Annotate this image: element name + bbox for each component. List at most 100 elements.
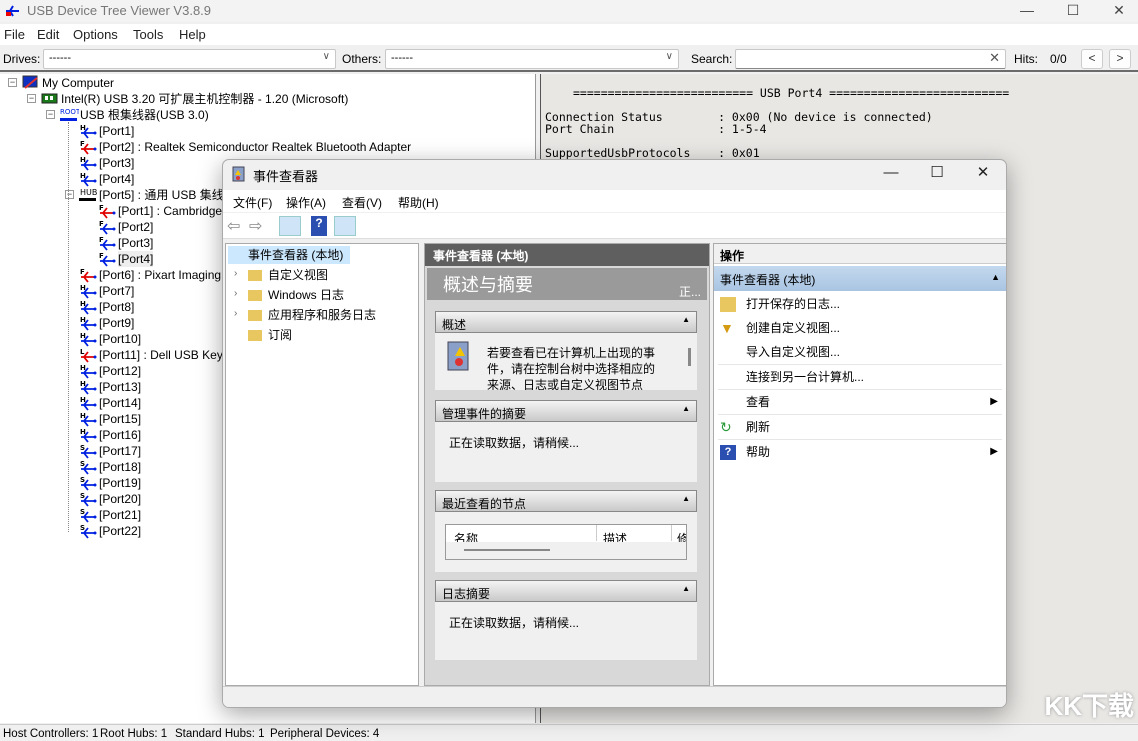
hits-label: Hits: bbox=[1014, 52, 1038, 66]
tree-node[interactable]: H[Port8] bbox=[99, 299, 134, 315]
tree-node[interactable]: S[Port18] bbox=[99, 459, 141, 475]
tree-node[interactable]: S[Port20] bbox=[99, 491, 141, 507]
collapse-tree-icon[interactable]: − bbox=[65, 190, 74, 199]
menu-edit[interactable]: Edit bbox=[37, 27, 59, 42]
svg-text:S: S bbox=[80, 508, 85, 516]
expand-icon[interactable]: › bbox=[234, 308, 237, 319]
dialog-close-button[interactable]: ✕ bbox=[960, 160, 1006, 188]
next-hit-button[interactable]: > bbox=[1109, 49, 1131, 69]
tree-node[interactable]: H[Port12] bbox=[99, 363, 141, 379]
forward-arrow-icon[interactable]: ⇨ bbox=[249, 216, 271, 236]
tree-node[interactable]: S[Port17] bbox=[99, 443, 141, 459]
info-port-chain: Port Chain : 1-5-4 bbox=[545, 123, 767, 135]
clear-icon[interactable]: ✕ bbox=[989, 50, 1000, 66]
log-loading-text: 正在读取数据，请稍候... bbox=[449, 614, 579, 631]
collapse-icon[interactable]: ▲ bbox=[991, 272, 1000, 282]
dialog-minimize-button[interactable]: — bbox=[868, 160, 914, 188]
tree-node-label: [Port9] bbox=[99, 316, 134, 330]
usb-port-icon: S bbox=[78, 507, 98, 523]
section-overview[interactable]: 概述 ▲ bbox=[435, 311, 697, 333]
usb-device-icon: L bbox=[78, 347, 98, 363]
tree-node[interactable]: H[Port16] bbox=[99, 427, 141, 443]
tree-item-subscriptions[interactable]: 订阅 bbox=[234, 326, 292, 344]
menu-file[interactable]: File bbox=[4, 27, 25, 42]
section-admin-summary[interactable]: 管理事件的摘要▲ bbox=[435, 400, 697, 422]
expand-icon[interactable]: › bbox=[234, 288, 237, 299]
back-arrow-icon[interactable]: ⇦ bbox=[227, 216, 249, 236]
tree-node[interactable]: H[Port3] bbox=[99, 155, 134, 171]
svg-text:S: S bbox=[80, 524, 85, 532]
tree-node[interactable]: S[Port19] bbox=[99, 475, 141, 491]
actions-group-label: 事件查看器 (本地) bbox=[720, 273, 815, 287]
others-select[interactable]: ------∨ bbox=[385, 49, 679, 69]
show-action-pane-icon[interactable] bbox=[334, 216, 356, 236]
tree-node[interactable]: S[Port22] bbox=[99, 523, 141, 539]
tree-item-label: 事件查看器 (本地) bbox=[248, 248, 343, 262]
menu-options[interactable]: Options bbox=[73, 27, 118, 42]
dialog-maximize-button[interactable]: ☐ bbox=[914, 160, 960, 188]
tree-node-label: [Port4] bbox=[118, 252, 153, 266]
dmenu-help[interactable]: 帮助(H) bbox=[398, 194, 439, 211]
tree-node[interactable]: Intel(R) USB 3.20 可扩展主机控制器 - 1.20 (Micro… bbox=[61, 91, 348, 107]
tree-node[interactable]: H[Port7] bbox=[99, 283, 134, 299]
action-create-custom-view[interactable]: ▼创建自定义视图... bbox=[718, 316, 1002, 341]
collapse-tree-icon[interactable]: − bbox=[27, 94, 36, 103]
section-title: 概述 bbox=[442, 318, 466, 332]
action-help[interactable]: ?帮助▶ bbox=[718, 440, 1002, 465]
actions-header: 操作 bbox=[714, 244, 1006, 264]
section-log-summary[interactable]: 日志摘要▲ bbox=[435, 580, 697, 602]
close-button[interactable]: ✕ bbox=[1096, 0, 1138, 22]
menu-help[interactable]: Help bbox=[179, 27, 206, 42]
minimize-button[interactable]: — bbox=[1004, 0, 1050, 22]
tree-node[interactable]: H[Port4] bbox=[99, 171, 134, 187]
tree-node[interactable]: H[Port14] bbox=[99, 395, 141, 411]
menu-tools[interactable]: Tools bbox=[133, 27, 163, 42]
tree-node[interactable]: ROOTUSB 根集线器(USB 3.0) bbox=[80, 107, 209, 123]
action-label: 查看 bbox=[746, 395, 770, 409]
tree-node[interactable]: H[Port15] bbox=[99, 411, 141, 427]
collapse-icon[interactable]: ▲ bbox=[682, 404, 690, 413]
svg-text:F: F bbox=[80, 140, 85, 148]
action-view[interactable]: 查看 ▶ bbox=[718, 390, 1002, 415]
action-open-saved-log[interactable]: 打开保存的日志... bbox=[718, 292, 1002, 317]
tree-node[interactable]: H[Port1] bbox=[99, 123, 134, 139]
dmenu-action[interactable]: 操作(A) bbox=[286, 194, 326, 211]
submenu-arrow-icon: ▶ bbox=[990, 390, 998, 414]
usb-port-icon: H bbox=[78, 299, 98, 315]
collapse-tree-icon[interactable]: − bbox=[8, 78, 17, 87]
tree-node[interactable]: H[Port10] bbox=[99, 331, 141, 347]
submenu-arrow-icon: ▶ bbox=[990, 440, 998, 464]
show-tree-icon[interactable] bbox=[279, 216, 301, 236]
tree-node[interactable]: F[Port3] bbox=[118, 235, 153, 251]
section-recent-nodes[interactable]: 最近查看的节点▲ bbox=[435, 490, 697, 512]
drives-select[interactable]: ------∨ bbox=[43, 49, 336, 69]
action-connect-computer[interactable]: 连接到另一台计算机... bbox=[718, 365, 1002, 390]
action-import-custom-view[interactable]: 导入自定义视图... bbox=[718, 340, 1002, 365]
tree-item-local[interactable]: 事件查看器 (本地) bbox=[228, 246, 350, 264]
usb-device-icon: F bbox=[97, 203, 117, 219]
tree-node[interactable]: My Computer bbox=[42, 75, 114, 91]
tree-node[interactable]: HUB[Port5] : 通用 USB 集线器 bbox=[99, 187, 236, 203]
tree-node[interactable]: F[Port2] : Realtek Semiconductor Realtek… bbox=[99, 139, 411, 155]
collapse-icon[interactable]: ▲ bbox=[682, 494, 690, 503]
maximize-button[interactable]: ☐ bbox=[1050, 0, 1096, 22]
expand-icon[interactable]: › bbox=[234, 268, 237, 279]
tree-node[interactable]: F[Port4] bbox=[118, 251, 153, 267]
dmenu-file[interactable]: 文件(F) bbox=[233, 194, 272, 211]
action-refresh[interactable]: ↻刷新 bbox=[718, 415, 1002, 440]
tree-node[interactable]: H[Port13] bbox=[99, 379, 141, 395]
collapse-icon[interactable]: ▲ bbox=[682, 315, 690, 324]
prev-hit-button[interactable]: < bbox=[1081, 49, 1103, 69]
actions-group[interactable]: 事件查看器 (本地) ▲ bbox=[714, 266, 1006, 291]
tree-node[interactable]: S[Port21] bbox=[99, 507, 141, 523]
horizontal-scrollbar[interactable] bbox=[446, 542, 687, 560]
search-input[interactable]: ✕ bbox=[735, 49, 1006, 69]
dmenu-view[interactable]: 查看(V) bbox=[342, 194, 382, 211]
tree-node[interactable]: H[Port9] bbox=[99, 315, 134, 331]
tree-node[interactable]: F[Port2] bbox=[118, 219, 153, 235]
help-icon[interactable]: ? bbox=[311, 216, 327, 236]
scrollbar[interactable] bbox=[688, 348, 691, 366]
collapse-icon[interactable]: ▲ bbox=[682, 584, 690, 593]
collapse-tree-icon[interactable]: − bbox=[46, 110, 55, 119]
info-header: ========================== USB Port4 ===… bbox=[573, 87, 1009, 99]
